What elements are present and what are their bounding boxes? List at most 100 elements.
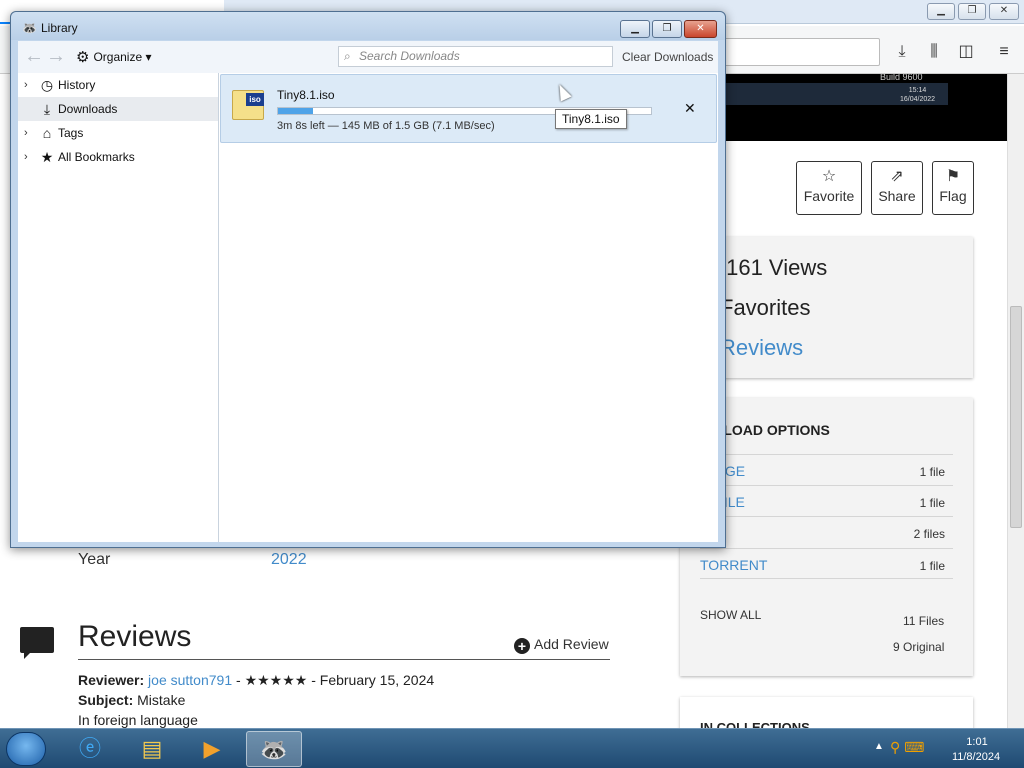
favorite-label: Favorite: [803, 188, 855, 204]
share-button[interactable]: ⇗ Share: [871, 161, 923, 215]
library-titlebar[interactable]: 🦝 Library ▁ ❐ ✕: [11, 12, 725, 40]
minimize-button[interactable]: ▁: [927, 3, 955, 20]
reviewer-label: Reviewer:: [78, 672, 145, 688]
review-subject: Subject: Mistake: [78, 692, 185, 708]
video-clock-date: 16/04/2022: [900, 96, 936, 103]
library-title: Library: [41, 21, 78, 35]
clock-icon: ◷: [40, 77, 54, 93]
library-icon[interactable]: ⫼: [924, 42, 944, 62]
search-downloads-input[interactable]: ⌕ Search Downloads: [338, 46, 613, 67]
download-option-row[interactable]: TORRENT 1 file: [700, 548, 953, 579]
subject-label: Subject:: [78, 692, 134, 708]
sidebar-icon[interactable]: ◫: [956, 42, 976, 62]
sidebar-item-label: Downloads: [58, 102, 118, 116]
star-icon: ☆: [821, 168, 837, 185]
favorite-button[interactable]: ☆ Favorite: [796, 161, 862, 215]
download-option-name[interactable]: TORRENT: [700, 557, 767, 573]
favorites-count: Favorites: [720, 295, 811, 320]
download-option-row[interactable]: M TILE 1 file: [700, 485, 953, 516]
forward-arrow-icon[interactable]: →: [46, 45, 66, 68]
gear-icon: ⚙: [76, 49, 90, 66]
cancel-download-icon[interactable]: ✕: [684, 100, 696, 117]
sidebar-item-downloads[interactable]: ⤓ Downloads: [18, 97, 218, 121]
downloads-list: iso Tiny8.1.iso 3m 8s left — 145 MB of 1…: [219, 73, 718, 542]
download-icon: ⤓: [43, 101, 51, 117]
search-icon: ⌕: [344, 49, 351, 63]
sidebar-item-tags[interactable]: › ⌂ Tags: [18, 121, 218, 145]
download-option-count: 1 file: [919, 496, 945, 510]
reviewer-link[interactable]: joe sutton791: [148, 672, 232, 688]
iso-file-label: iso: [246, 93, 264, 106]
library-minimize-button[interactable]: ▁: [620, 20, 650, 38]
start-button[interactable]: [6, 732, 46, 766]
windows-taskbar: ⓔ ▤ ▶ 🦝 ▲ ⚲ ⌨ 1:01 11/8/2024: [0, 728, 1024, 768]
download-option-row[interactable]: G 2 files: [700, 516, 953, 547]
add-review-button[interactable]: + Add Review: [514, 636, 609, 654]
url-bar[interactable]: [700, 38, 880, 66]
files-total: 11 Files: [903, 614, 945, 628]
download-progress-fill: [278, 108, 313, 114]
review-meta: Reviewer: joe sutton791 - ★★★★★ - Februa…: [78, 672, 434, 689]
share-icon: ⇗: [890, 168, 904, 185]
close-window-button[interactable]: ✕: [989, 3, 1019, 20]
subject-value: Mistake: [133, 692, 186, 708]
add-review-label: Add Review: [534, 636, 609, 652]
scrollbar-thumb[interactable]: [1010, 306, 1022, 528]
firefox-nightly-icon: 🦝: [22, 21, 37, 35]
download-icon[interactable]: ⤓: [892, 42, 912, 62]
organize-label: Organize: [93, 50, 143, 64]
download-option-count: 1 file: [919, 559, 945, 573]
original-total: 9 Original: [893, 640, 945, 654]
clear-downloads-button[interactable]: Clear Downloads: [622, 50, 713, 64]
menu-icon[interactable]: ≡: [994, 42, 1014, 62]
internet-explorer-icon[interactable]: ⓔ: [62, 731, 118, 767]
download-item[interactable]: iso Tiny8.1.iso 3m 8s left — 145 MB of 1…: [220, 74, 717, 143]
download-option-count: 1 file: [919, 465, 945, 479]
star-icon: ★: [40, 149, 54, 165]
organize-button[interactable]: ⚙ Organize ▾: [76, 48, 152, 66]
sidebar-item-label: Tags: [58, 126, 84, 140]
firefox-nightly-icon[interactable]: 🦝: [246, 731, 302, 767]
file-explorer-icon[interactable]: ▤: [124, 731, 180, 767]
review-rating-date: - ★★★★★ - February 15, 2024: [232, 672, 435, 688]
plus-circle-icon: +: [514, 638, 530, 654]
library-window: 🦝 Library ▁ ❐ ✕ ← → ⚙ Organize ▾ ⌕ Search …: [10, 11, 726, 548]
network-icon[interactable]: ⚲ ⌨: [890, 739, 924, 756]
reviews-divider: [78, 659, 610, 660]
chevron-right-icon[interactable]: ›: [24, 145, 28, 169]
clock-time[interactable]: 1:01: [962, 736, 992, 748]
chevron-right-icon[interactable]: ›: [24, 73, 28, 97]
clock-date[interactable]: 11/8/2024: [946, 751, 1006, 763]
sidebar-item-label: All Bookmarks: [58, 150, 135, 164]
library-sidebar: › ◷ History ⤓ Downloads › ⌂ Tags › ★ All…: [18, 73, 219, 542]
system-tray: ▲ ⚲ ⌨ 1:01 11/8/2024: [870, 731, 1024, 767]
sidebar-item-label: History: [58, 78, 96, 92]
download-option-count: 2 files: [913, 527, 945, 541]
library-maximize-button[interactable]: ❐: [652, 20, 682, 38]
share-label: Share: [878, 188, 916, 204]
library-toolbar: ← → ⚙ Organize ▾ ⌕ Search Downloads Clear …: [18, 41, 718, 73]
chevron-right-icon[interactable]: ›: [24, 121, 28, 145]
maximize-button[interactable]: ❐: [958, 3, 986, 20]
flag-icon: ⚑: [945, 168, 961, 185]
flag-label: Flag: [939, 188, 967, 204]
year-value[interactable]: 2022: [271, 551, 307, 569]
reviews-heading: Reviews: [78, 620, 192, 653]
filename-tooltip: Tiny8.1.iso: [555, 109, 627, 129]
flag-button[interactable]: ⚑ Flag: [932, 161, 974, 215]
sidebar-item-history[interactable]: › ◷ History: [18, 73, 218, 97]
reviews-link[interactable]: Reviews: [720, 335, 803, 361]
download-option-row[interactable]: IMAGE 1 file: [700, 454, 953, 485]
sidebar-item-all-bookmarks[interactable]: › ★ All Bookmarks: [18, 145, 218, 169]
show-hidden-icons-icon[interactable]: ▲: [874, 741, 884, 752]
page-scrollbar[interactable]: [1007, 74, 1024, 728]
media-player-icon[interactable]: ▶: [184, 731, 240, 767]
download-filename: Tiny8.1.iso: [277, 88, 335, 102]
video-clock-time: 15:14: [908, 87, 927, 94]
video-clock: 15:14 16/04/2022: [900, 86, 935, 104]
library-close-button[interactable]: ✕: [684, 20, 717, 38]
back-arrow-icon[interactable]: ←: [24, 45, 44, 68]
download-status: 3m 8s left — 145 MB of 1.5 GB (7.1 MB/se…: [277, 120, 495, 132]
show-all-link[interactable]: SHOW ALL: [700, 608, 761, 622]
search-placeholder: Search Downloads: [359, 49, 460, 63]
